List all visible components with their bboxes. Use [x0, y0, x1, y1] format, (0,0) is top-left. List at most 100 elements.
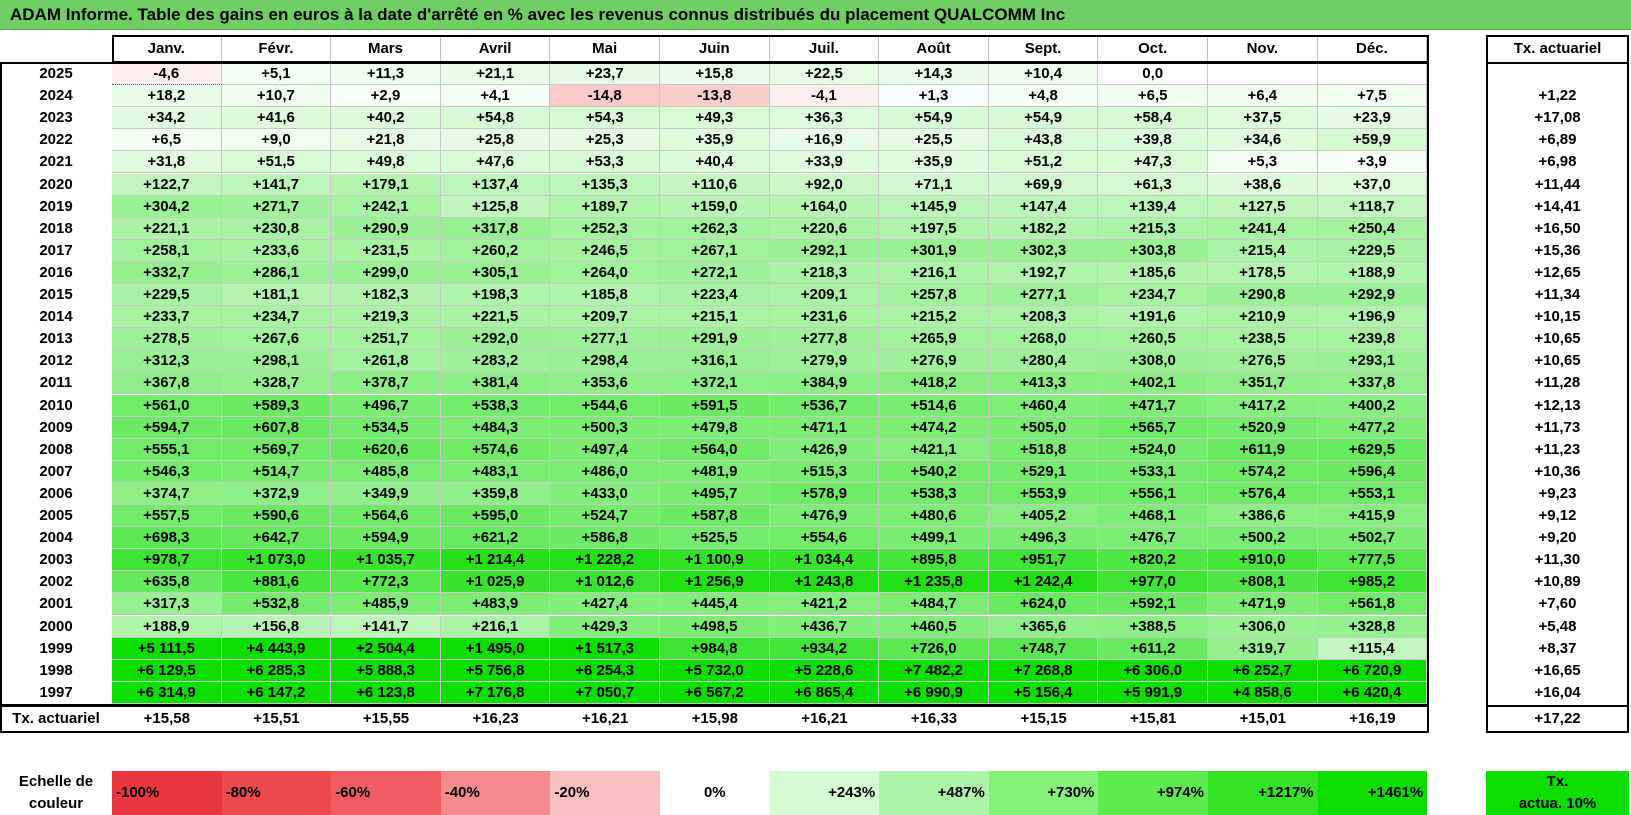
heatmap-cell: +15,8: [660, 63, 770, 86]
heatmap-cell: +209,1: [769, 284, 880, 307]
legend-label-line: couleur: [28, 795, 84, 812]
heatmap-cell: +118,7: [1317, 195, 1428, 218]
heatmap-cell: +607,8: [221, 416, 332, 439]
row-year-label: 2013: [0, 328, 112, 351]
heatmap-cell: +188,9: [1317, 261, 1428, 284]
heatmap-cell: +43,8: [988, 129, 1099, 152]
heatmap-cell: +540,2: [879, 460, 989, 483]
heatmap-cell: +495,7: [660, 482, 770, 505]
heatmap-cell: +230,8: [221, 217, 332, 240]
row-rate-value: +11,30: [1486, 549, 1629, 572]
heatmap-cell: +277,1: [988, 284, 1099, 307]
heatmap-cell: -4,1: [769, 85, 880, 108]
heatmap-cell: +1 214,4: [440, 549, 551, 572]
heatmap-cell: +36,3: [769, 107, 880, 130]
heatmap-cell: +621,2: [440, 527, 551, 550]
heatmap-cell: +590,6: [221, 505, 332, 528]
row-year-label: 2001: [0, 593, 112, 616]
heatmap-cell: +293,1: [1317, 350, 1428, 373]
row-rate-value: +9,20: [1486, 527, 1629, 550]
heatmap-cell: +332,7: [112, 261, 222, 284]
heatmap-cell: +317,3: [112, 593, 222, 616]
heatmap-cell: +147,4: [988, 195, 1099, 218]
heatmap-cell: +185,8: [550, 284, 660, 307]
heatmap-cell: +556,1: [1098, 482, 1208, 505]
row-year-label: 1997: [0, 681, 112, 704]
row-rate-value: +10,65: [1486, 328, 1629, 351]
heatmap-cell: +192,7: [988, 261, 1099, 284]
row-rate-value: +1,22: [1486, 85, 1629, 108]
heatmap-cell: +620,6: [331, 438, 441, 461]
heatmap-cell: +421,2: [769, 593, 880, 616]
heatmap-cell: +486,0: [550, 460, 660, 483]
heatmap-cell: +748,7: [988, 637, 1099, 660]
heatmap-cell: +54,3: [550, 107, 660, 130]
heatmap-cell: +6 420,4: [1317, 681, 1428, 704]
row-year-label: 2002: [0, 571, 112, 594]
heatmap-cell: +978,7: [112, 549, 222, 572]
heatmap-cell: +34,2: [112, 107, 222, 130]
heatmap-cell: [1317, 63, 1428, 86]
heatmap-cell: +881,6: [221, 571, 332, 594]
heatmap-cell: +400,2: [1317, 394, 1428, 417]
heatmap-cell: +642,7: [221, 527, 332, 550]
row-year-label: 2008: [0, 438, 112, 461]
heatmap-cell: +415,9: [1317, 505, 1428, 528]
legend-label: Echelle de couleur: [0, 771, 112, 815]
heatmap-cell: +37,0: [1317, 173, 1428, 196]
heatmap-cell: +47,3: [1098, 151, 1208, 174]
heatmap-cell: +1 495,0: [440, 637, 551, 660]
heatmap-cell: +260,5: [1098, 328, 1208, 351]
heatmap-cell: +485,8: [331, 460, 441, 483]
legend-swatch: +1217%: [1208, 771, 1318, 815]
row-year-label: 2021: [0, 151, 112, 174]
heatmap-cell: +538,3: [440, 394, 551, 417]
heatmap-cell: +1 012,6: [550, 571, 660, 594]
heatmap-cell: +6 567,2: [660, 681, 770, 704]
heatmap-cell: +576,4: [1208, 482, 1318, 505]
heatmap-cell: +264,0: [550, 261, 660, 284]
heatmap-cell: +258,1: [112, 239, 222, 262]
heatmap-cell: +514,6: [879, 394, 989, 417]
heatmap-cell: +277,8: [769, 328, 880, 351]
heatmap-cell: +1 228,2: [550, 549, 660, 572]
heatmap-cell: +242,1: [331, 195, 441, 218]
heatmap-cell: +6 254,3: [550, 659, 660, 682]
heatmap-cell: +268,0: [988, 328, 1099, 351]
heatmap-cell: +7 176,8: [440, 681, 551, 704]
footer-label: Tx. actuariel: [12, 709, 100, 727]
heatmap-cell: +135,3: [550, 173, 660, 196]
heatmap-cell: +1 034,4: [769, 549, 880, 572]
heatmap-cell: +349,9: [331, 482, 441, 505]
heatmap-cell: +5 756,8: [440, 659, 551, 682]
legend-swatch: +1461%: [1317, 771, 1428, 815]
heatmap-cell: +500,2: [1208, 527, 1318, 550]
heatmap-cell: +460,5: [879, 615, 989, 638]
row-rate-value: +16,50: [1486, 217, 1629, 240]
heatmap-cell: +6 129,5: [112, 659, 222, 682]
heatmap-cell: +10,4: [988, 63, 1099, 86]
heatmap-cell: +629,5: [1317, 438, 1428, 461]
row-year-label: 2011: [0, 372, 112, 395]
heatmap-cell: +292,9: [1317, 284, 1428, 307]
heatmap-cell: +594,9: [331, 527, 441, 550]
heatmap-cell: +6 865,4: [769, 681, 880, 704]
heatmap-cell: +533,1: [1098, 460, 1208, 483]
heatmap-cell: +233,7: [112, 306, 222, 329]
heatmap-cell: +51,5: [221, 151, 332, 174]
heatmap-cell: +977,0: [1098, 571, 1208, 594]
legend-swatch: -100%: [112, 771, 222, 815]
heatmap-cell: +820,2: [1098, 549, 1208, 572]
heatmap-cell: +479,8: [660, 416, 770, 439]
heatmap-cell: +6 306,0: [1098, 659, 1208, 682]
heatmap-cell: +164,0: [769, 195, 880, 218]
row-rate-value: +12,13: [1486, 394, 1629, 417]
heatmap-cell: +6 252,7: [1208, 659, 1318, 682]
heatmap-cell: +564,0: [660, 438, 770, 461]
heatmap-cell: +484,3: [440, 416, 551, 439]
heatmap-cell: +53,3: [550, 151, 660, 174]
heatmap-cell: +524,7: [550, 505, 660, 528]
heatmap-cell: +1 242,4: [988, 571, 1099, 594]
heatmap-cell: +427,4: [550, 593, 660, 616]
row-rate-value: +9,23: [1486, 482, 1629, 505]
